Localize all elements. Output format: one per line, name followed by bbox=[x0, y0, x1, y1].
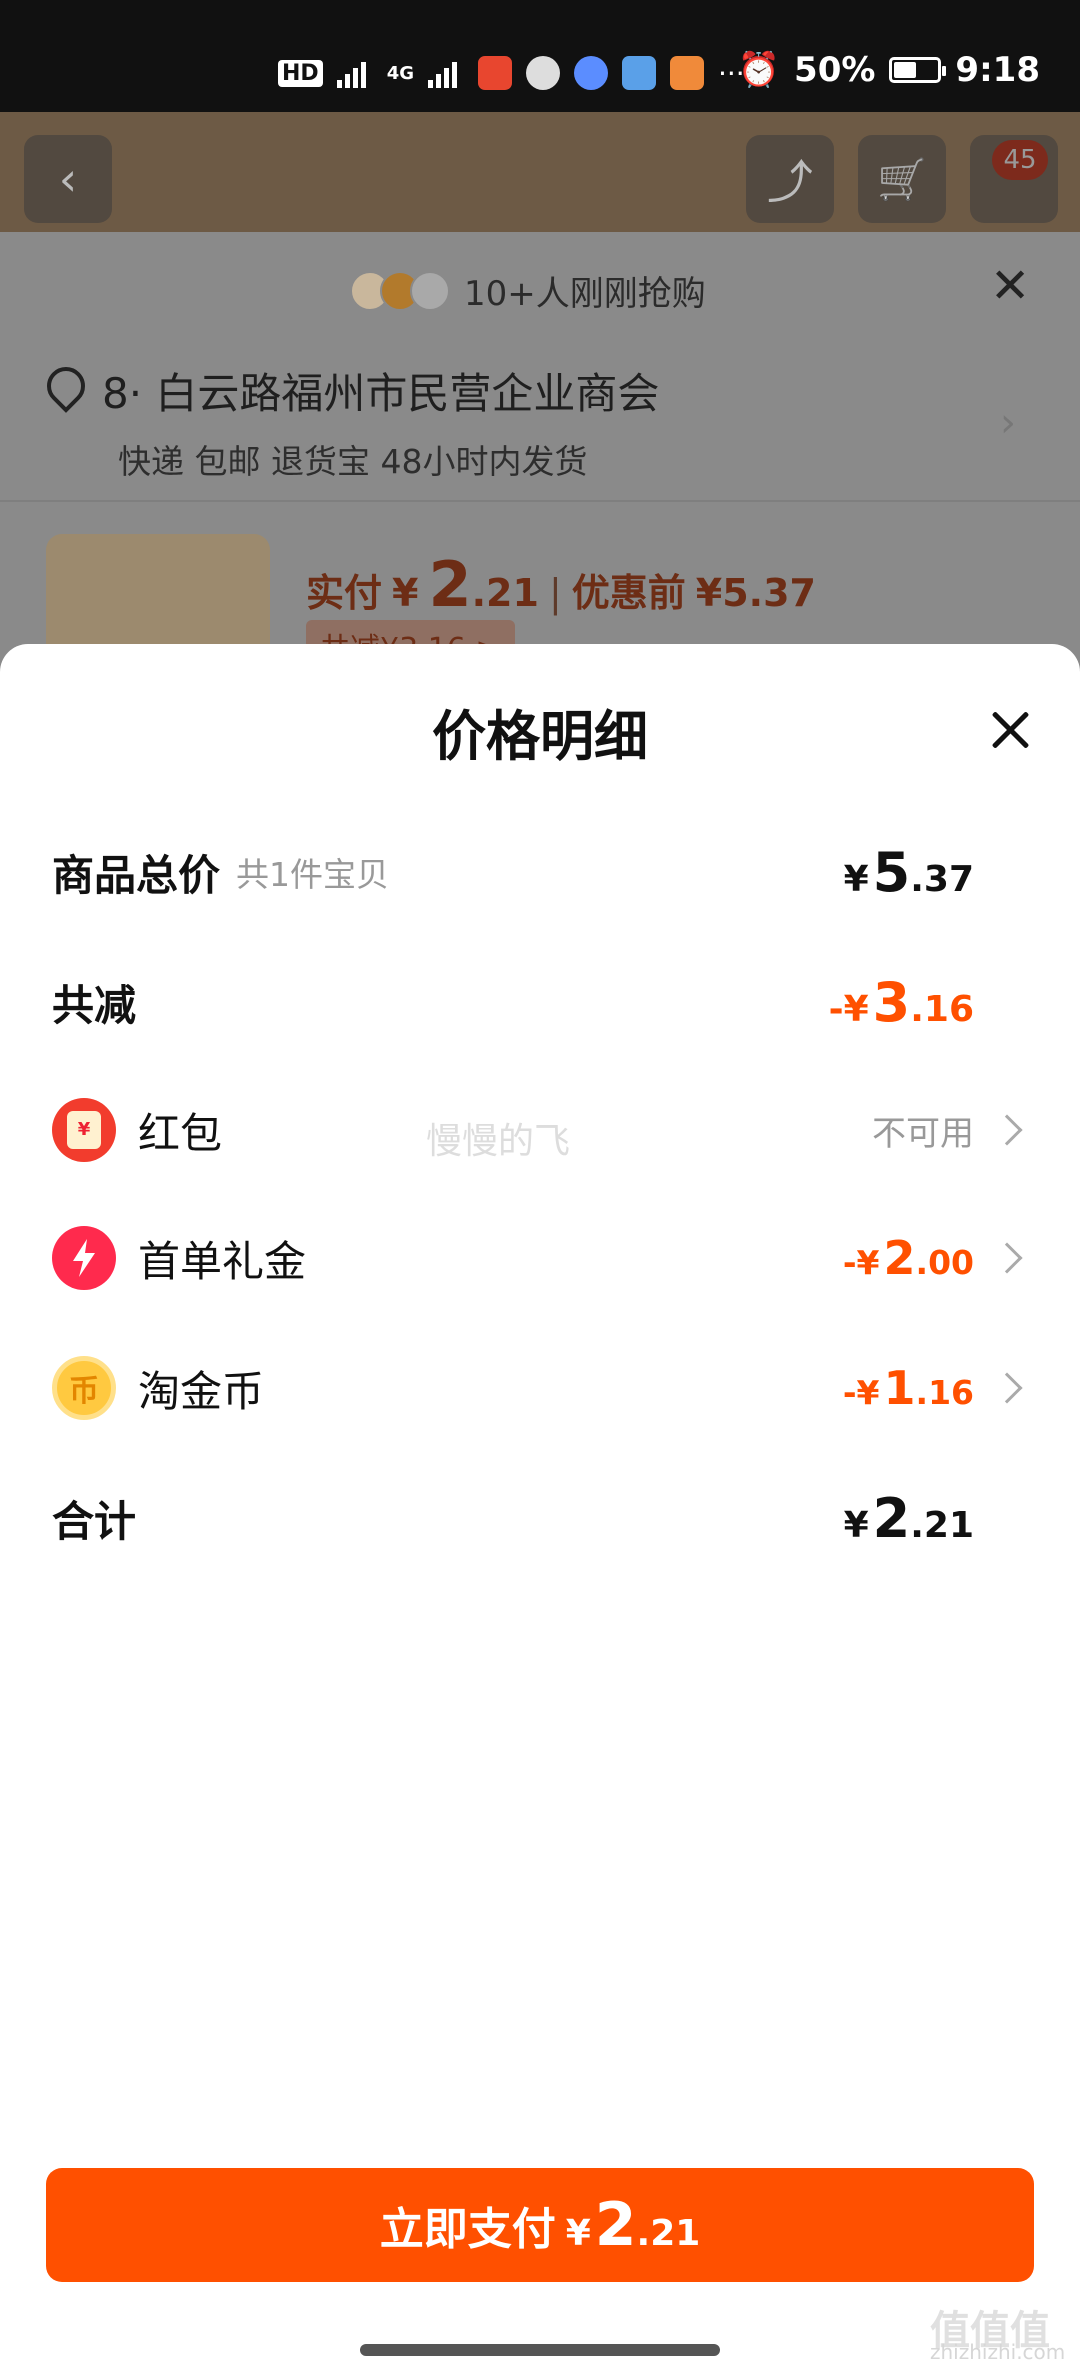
location-icon bbox=[44, 367, 84, 415]
shipping-info: 快递 包邮 退货宝 48小时内发货 bbox=[118, 442, 588, 481]
chevron-right-icon: › bbox=[1000, 400, 1016, 446]
amount: -¥ 3.16 bbox=[829, 971, 974, 1034]
address-block[interactable]: 8· 白云路福州市民营企业商会 快递 包邮 退货宝 48小时内发货 bbox=[44, 360, 659, 483]
row-grand-total: 合计 ¥2.21 bbox=[52, 1478, 1028, 1558]
amount-decimal: .16 bbox=[910, 988, 974, 1030]
amount-decimal: .00 bbox=[915, 1243, 974, 1282]
amount-integer: 2 bbox=[594, 2190, 637, 2260]
before-label: 优惠前 bbox=[571, 571, 686, 615]
amount-integer: 2 bbox=[872, 1486, 911, 1550]
pay-now-button[interactable]: 立即支付 ¥2.21 bbox=[46, 2168, 1034, 2282]
paid-price: 实付 ¥ 2.21 | 优惠前 ¥5.37 bbox=[306, 548, 816, 621]
back-button[interactable]: ‹ bbox=[24, 135, 112, 223]
app-icon bbox=[478, 56, 512, 90]
wechat-icon bbox=[526, 56, 560, 90]
chevron-right-icon bbox=[991, 1242, 1023, 1274]
amount-integer: 5 bbox=[872, 840, 911, 904]
signal-icon bbox=[336, 58, 373, 88]
pay-label: 立即支付 bbox=[379, 2204, 556, 2255]
currency-symbol: ¥ bbox=[843, 1504, 869, 1546]
cart-button[interactable]: 🛒 bbox=[858, 135, 946, 223]
signal-icon bbox=[428, 58, 464, 88]
recent-buyers: 10+人刚刚抢购 bbox=[350, 266, 706, 315]
row-total-discount: 共减 -¥ 3.16 bbox=[52, 962, 1028, 1042]
row-label: 红包 bbox=[138, 1108, 223, 1158]
amount-integer: 2 bbox=[883, 1231, 916, 1285]
home-indicator[interactable] bbox=[360, 2344, 720, 2356]
amount: ¥5.37 bbox=[844, 841, 974, 904]
amount-integer: 1 bbox=[883, 1361, 916, 1415]
paid-integer: 2 bbox=[428, 548, 472, 621]
hd-icon: HD bbox=[278, 59, 323, 87]
app-icon bbox=[670, 56, 704, 90]
product-thumbnail bbox=[46, 534, 270, 654]
amount: -¥ 1.16 bbox=[843, 1361, 974, 1415]
chevron-right-icon bbox=[991, 1114, 1023, 1146]
amount: -¥ 2.00 bbox=[843, 1231, 974, 1285]
price-detail-panel: 价格明细 商品总价 共1件宝贝 ¥5.37 共减 -¥3.16 红包 不可用 bbox=[0, 644, 1080, 2376]
currency-symbol: ¥ bbox=[843, 858, 869, 900]
site-watermark-url: zhizhizhi.com bbox=[930, 2340, 1066, 2364]
buyers-text: 10+人刚刚抢购 bbox=[464, 274, 706, 314]
cart-icon: 🛒 bbox=[877, 156, 927, 203]
status-bar: HD 4G ··· ⏰ 50% 9:18 bbox=[0, 0, 1080, 112]
amount-integer: 3 bbox=[872, 970, 911, 1034]
amount-decimal: .16 bbox=[915, 1373, 974, 1412]
watermark-text: 慢慢的飞 bbox=[426, 1121, 571, 1162]
paid-decimal: .21 bbox=[471, 571, 539, 615]
share-icon: ⤴ bbox=[767, 155, 813, 209]
close-icon[interactable]: ✕ bbox=[990, 258, 1030, 314]
row-label: 首单礼金 bbox=[138, 1236, 307, 1286]
price-separator: | bbox=[548, 571, 562, 615]
pay-amount: ¥2.21 bbox=[566, 2190, 701, 2260]
currency-symbol: ¥ bbox=[565, 2213, 591, 2254]
row-label: 商品总价 bbox=[52, 850, 221, 900]
coin-icon: 币 bbox=[52, 1356, 116, 1420]
status-text: 不可用 bbox=[872, 1113, 974, 1154]
divider bbox=[0, 500, 1080, 502]
alarm-icon: ⏰ bbox=[737, 50, 781, 90]
lightning-icon bbox=[52, 1226, 116, 1290]
back-icon: ‹ bbox=[58, 152, 78, 206]
red-packet-icon bbox=[52, 1098, 116, 1162]
coin-glyph: 币 bbox=[69, 1374, 99, 1409]
paid-currency: ¥ bbox=[392, 571, 419, 615]
browser-icon bbox=[574, 56, 608, 90]
amount-decimal: .21 bbox=[910, 1504, 974, 1546]
share-button[interactable]: ⤴ bbox=[746, 135, 834, 223]
battery-percent: 50% bbox=[794, 50, 876, 90]
clock: 9:18 bbox=[955, 50, 1040, 90]
item-count: 共1件宝贝 bbox=[236, 855, 390, 894]
row-label: 共减 bbox=[52, 980, 137, 1030]
paid-label: 实付 bbox=[306, 571, 383, 615]
avatar-group bbox=[350, 270, 450, 311]
before-price: ¥5.37 bbox=[695, 571, 816, 615]
row-first-order-gift[interactable]: 首单礼金 -¥ 2.00 bbox=[52, 1218, 1028, 1298]
row-label: 淘金币 bbox=[138, 1366, 265, 1416]
amount-decimal: .37 bbox=[910, 858, 974, 900]
avatar bbox=[410, 270, 450, 311]
close-icon[interactable] bbox=[984, 704, 1036, 756]
currency-symbol: -¥ bbox=[842, 1373, 880, 1412]
app-icon bbox=[622, 56, 656, 90]
amount-decimal: .21 bbox=[636, 2213, 701, 2254]
currency-symbol: -¥ bbox=[842, 1243, 880, 1282]
battery-icon bbox=[889, 57, 947, 83]
chevron-right-icon bbox=[991, 1372, 1023, 1404]
row-taobao-coins[interactable]: 币 淘金币 -¥ 1.16 bbox=[52, 1348, 1028, 1428]
address-text: 8· 白云路福州市民营企业商会 bbox=[102, 369, 660, 418]
cart-badge: 45 bbox=[992, 140, 1048, 180]
panel-title: 价格明细 bbox=[432, 705, 648, 768]
network-type: 4G bbox=[386, 62, 414, 84]
amount: ¥2.21 bbox=[844, 1487, 974, 1550]
currency-symbol: -¥ bbox=[828, 988, 869, 1030]
row-total-goods: 商品总价 共1件宝贝 ¥5.37 bbox=[52, 832, 1028, 912]
row-label: 合计 bbox=[52, 1496, 137, 1546]
